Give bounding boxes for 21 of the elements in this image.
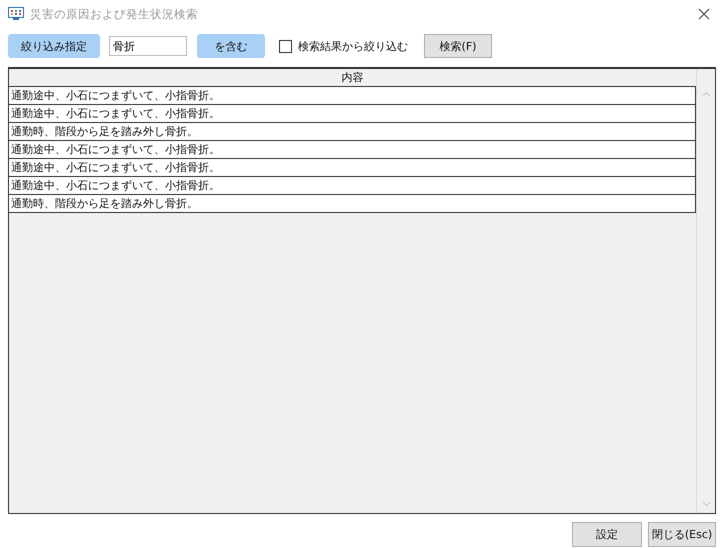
table-cell[interactable]: 通勤時、階段から足を踏み外し骨折。 [9,123,696,141]
window-title: 災害の原因および発生状況検索 [30,6,199,22]
search-button[interactable]: 検索(F) [424,34,492,58]
column-header[interactable]: 内容 [9,69,696,87]
table-cell[interactable]: 通勤途中、小石につまずいて、小指骨折。 [9,159,696,177]
table-cell[interactable]: 通勤時、階段から足を踏み外し骨折。 [9,195,696,213]
table-cell[interactable]: 通勤途中、小石につまずいて、小指骨折。 [9,141,696,159]
checkbox[interactable] [279,40,292,52]
table-cell[interactable]: 通勤途中、小石につまずいて、小指骨折。 [9,177,696,195]
condition-button[interactable]: を含む [197,34,265,58]
filter-button[interactable]: 絞り込み指定 [8,34,100,58]
footer-button[interactable]: 閉じる(Esc) [648,522,716,547]
footer-button[interactable]: 設定 [572,522,642,547]
table-cell[interactable]: 通勤途中、小石につまずいて、小指骨折。 [9,87,696,105]
close-icon[interactable] [698,8,710,20]
scroll-up-icon[interactable] [702,91,710,97]
table-cell[interactable]: 通勤途中、小石につまずいて、小指骨折。 [9,105,696,123]
checkbox-label[interactable]: 検索結果から絞り込む [298,38,408,54]
search-field[interactable]: 骨折 [109,36,187,56]
scroll-down-icon[interactable] [702,501,710,507]
app-icon [8,7,24,21]
